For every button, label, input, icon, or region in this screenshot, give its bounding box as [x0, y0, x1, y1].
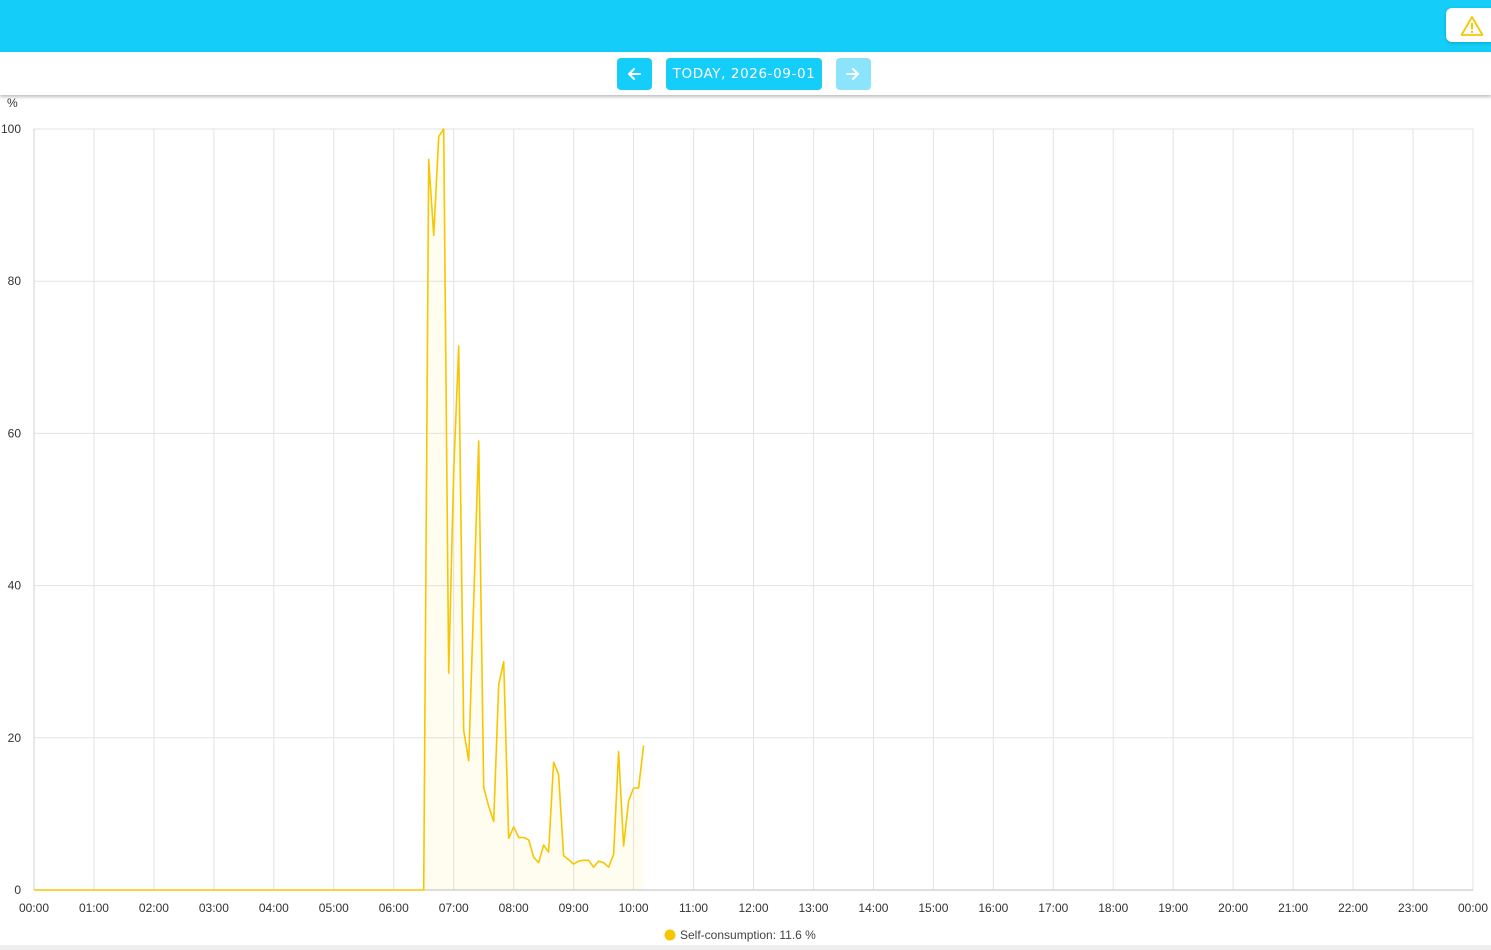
x-tick-label: 07:00 [439, 901, 469, 915]
y-axis-unit-label: % [7, 96, 18, 110]
x-tick-label: 06:00 [379, 901, 409, 915]
x-tick-label: 12:00 [738, 901, 768, 915]
y-tick-label: 100 [1, 122, 21, 136]
x-tick-label: 04:00 [259, 901, 289, 915]
y-tick-label: 20 [8, 731, 22, 745]
x-tick-label: 05:00 [319, 901, 349, 915]
x-tick-label: 21:00 [1278, 901, 1308, 915]
y-tick-label: 40 [8, 579, 22, 593]
x-tick-label: 10:00 [619, 901, 649, 915]
x-tick-label: 18:00 [1098, 901, 1128, 915]
x-tick-label: 03:00 [199, 901, 229, 915]
alert-button[interactable] [1446, 8, 1491, 42]
x-tick-label: 19:00 [1158, 901, 1188, 915]
y-tick-label: 80 [8, 274, 22, 288]
legend-label: Self-consumption: 11.6 % [680, 928, 816, 942]
arrow-right-icon [846, 68, 859, 80]
x-tick-label: 11:00 [679, 901, 708, 915]
x-tick-label: 00:00 [19, 901, 49, 915]
x-tick-label: 15:00 [918, 901, 948, 915]
current-date-button[interactable]: TODAY, 2026-09-01 [666, 58, 822, 90]
arrow-left-icon [628, 68, 641, 80]
x-tick-label: 17:00 [1038, 901, 1068, 915]
y-tick-label: 0 [14, 883, 21, 897]
x-tick-label: 13:00 [798, 901, 828, 915]
x-tick-label: 14:00 [858, 901, 888, 915]
warning-triangle-icon [1460, 16, 1484, 36]
next-day-button[interactable] [836, 58, 871, 90]
x-tick-label: 22:00 [1338, 901, 1368, 915]
x-tick-label: 23:00 [1398, 901, 1428, 915]
date-navigation-bar: TODAY, 2026-09-01 [0, 52, 1491, 95]
x-tick-label: 02:00 [139, 901, 169, 915]
previous-day-button[interactable] [617, 58, 652, 90]
x-tick-label: 16:00 [978, 901, 1008, 915]
x-tick-label: 08:00 [499, 901, 529, 915]
x-tick-label: 20:00 [1218, 901, 1248, 915]
x-tick-label: 01:00 [79, 901, 109, 915]
self-consumption-chart: 0 20 40 60 80 100 00:00 01:00 02:00 03:00 04:00 05:… [0, 95, 1491, 950]
x-tick-label: 09:00 [559, 901, 589, 915]
y-tick-label: 60 [8, 426, 22, 440]
top-app-bar [0, 0, 1491, 52]
legend-swatch [664, 929, 676, 941]
bottom-divider [0, 945, 1491, 950]
x-tick-label: 00:00 [1458, 901, 1488, 915]
series-line [34, 128, 645, 891]
chart-svg: 0 20 40 60 80 100 00:00 01:00 02:00 03:00 04:00 05:… [1, 96, 1488, 942]
